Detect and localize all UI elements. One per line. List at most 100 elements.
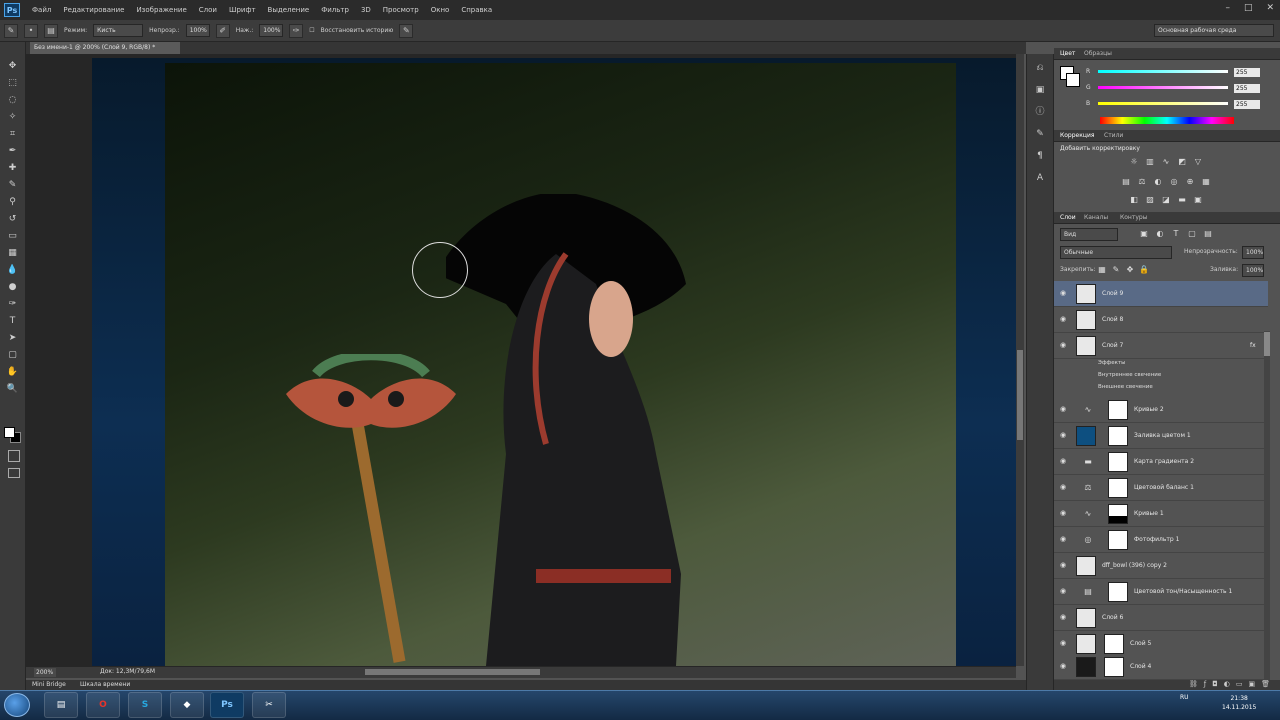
start-button[interactable]	[4, 693, 30, 717]
filter-smart-icon[interactable]: ▤	[1202, 228, 1214, 240]
layer-row[interactable]: ◉ ⚖ Цветовой баланс 1	[1054, 475, 1268, 501]
document-tab[interactable]: Без имени-1 @ 200% (Слой 9, RGB/8) *	[30, 42, 180, 54]
invert-icon[interactable]: ◧	[1128, 194, 1140, 206]
menu-file[interactable]: Файл	[32, 6, 51, 14]
visibility-eye-icon[interactable]: ◉	[1060, 535, 1066, 543]
quick-mask-icon[interactable]	[8, 450, 20, 462]
threshold-icon[interactable]: ◪	[1160, 194, 1172, 206]
foreground-color-swatch[interactable]	[4, 427, 15, 438]
curves-icon[interactable]: ∿	[1160, 156, 1172, 168]
filter-adjust-icon[interactable]: ◐	[1154, 228, 1166, 240]
fx-icon[interactable]: ƒ	[1204, 680, 1206, 690]
b-slider[interactable]	[1098, 102, 1228, 105]
opera-icon[interactable]: O	[86, 692, 120, 718]
visibility-eye-icon[interactable]: ◉	[1060, 639, 1066, 647]
canvas-vertical-scroll-thumb[interactable]	[1017, 350, 1023, 440]
move-tool-icon[interactable]: ✥	[3, 58, 23, 75]
skype-icon[interactable]: S	[128, 692, 162, 718]
visibility-eye-icon[interactable]: ◉	[1060, 483, 1066, 491]
exposure-icon[interactable]: ◩	[1176, 156, 1188, 168]
visibility-eye-icon[interactable]: ◉	[1060, 587, 1066, 595]
gradient-tool-icon[interactable]: ▦	[3, 245, 23, 262]
brush-size-icon[interactable]: •	[24, 23, 38, 38]
tab-paths[interactable]: Контуры	[1120, 214, 1147, 221]
group-icon[interactable]: ▭	[1236, 680, 1243, 690]
layer-row[interactable]: ◉ ▬ Карта градиента 2	[1054, 449, 1268, 475]
fx-badge[interactable]: fx	[1250, 342, 1256, 349]
b-value[interactable]: 255	[1234, 100, 1260, 109]
canvas-area[interactable]	[26, 54, 1016, 666]
color-spectrum-bar[interactable]	[1100, 117, 1234, 124]
close-icon[interactable]: ✕	[1266, 3, 1274, 13]
fill-input[interactable]: 100%	[1242, 264, 1264, 277]
visibility-eye-icon[interactable]: ◉	[1060, 431, 1066, 439]
photo-filter-icon[interactable]: ◎	[1168, 176, 1180, 188]
selective-color-icon[interactable]: ▣	[1192, 194, 1204, 206]
layer-row[interactable]: ◉ ∿ Кривые 2	[1054, 397, 1268, 423]
layer-row[interactable]: ◉ ∿ Кривые 1	[1054, 501, 1268, 527]
color-lookup-icon[interactable]: ▦	[1200, 176, 1212, 188]
layer-filter-select[interactable]: Вид	[1060, 228, 1118, 241]
r-slider[interactable]	[1098, 70, 1228, 73]
link-icon[interactable]: ⛓	[1189, 680, 1198, 690]
layers-scrollbar[interactable]	[1264, 331, 1270, 716]
canvas-horizontal-scroll-thumb[interactable]	[365, 669, 540, 675]
lock-pixels-icon[interactable]: ✎	[1110, 264, 1122, 276]
posterize-icon[interactable]: ▨	[1144, 194, 1156, 206]
menu-3d[interactable]: 3D	[361, 6, 371, 14]
explorer-icon[interactable]: ▤	[44, 692, 78, 718]
info-panel-icon[interactable]: ⓘ	[1031, 104, 1049, 120]
layer-opacity-input[interactable]: 100%	[1242, 246, 1264, 259]
vibrance-icon[interactable]: ▽	[1192, 156, 1204, 168]
eraser-tool-icon[interactable]: ▭	[3, 228, 23, 245]
menu-image[interactable]: Изображение	[136, 6, 186, 14]
history-panel-icon[interactable]: ⎌	[1031, 60, 1049, 76]
effect-outer-glow[interactable]: Внешнее свечение	[1054, 384, 1268, 395]
brush-panel-icon[interactable]: ▤	[44, 23, 58, 38]
brush-tool-icon[interactable]: ✎	[3, 177, 23, 194]
history-brush-tool-icon[interactable]: ↺	[3, 211, 23, 228]
blur-tool-icon[interactable]: 💧	[3, 262, 23, 279]
lock-all-icon[interactable]: 🔒	[1138, 264, 1150, 276]
layer-row[interactable]: ◉ Слой 7 fx	[1054, 333, 1268, 359]
tab-mini-bridge[interactable]: Mini Bridge	[32, 681, 66, 688]
levels-icon[interactable]: ▥	[1144, 156, 1156, 168]
flow-input[interactable]: 100%	[259, 24, 284, 37]
bw-icon[interactable]: ◐	[1152, 176, 1164, 188]
mask-icon[interactable]: ◘	[1212, 680, 1218, 690]
layer-row[interactable]: ◉ ▤ Цветовой тон/Насыщенность 1	[1054, 579, 1268, 605]
app-icon[interactable]: ◆	[170, 692, 204, 718]
visibility-eye-icon[interactable]: ◉	[1060, 289, 1066, 297]
healing-tool-icon[interactable]: ✚	[3, 160, 23, 177]
effect-inner-glow[interactable]: Внутреннее свечение	[1054, 372, 1268, 383]
zoom-level[interactable]: 200%	[34, 668, 56, 677]
visibility-eye-icon[interactable]: ◉	[1060, 405, 1066, 413]
layer-row[interactable]: ◉ Слой 9	[1054, 281, 1268, 307]
filter-type-icon[interactable]: T	[1170, 228, 1182, 240]
visibility-eye-icon[interactable]: ◉	[1060, 561, 1066, 569]
menu-window[interactable]: Окно	[431, 6, 450, 14]
layer-row[interactable]: ◉ dff_bowl (396) copy 2	[1054, 553, 1268, 579]
photoshop-taskbar-icon[interactable]: Ps	[210, 692, 244, 718]
menu-select[interactable]: Выделение	[268, 6, 310, 14]
color-bg-swatch[interactable]	[1066, 73, 1080, 87]
clone-stamp-tool-icon[interactable]: ⚲	[3, 194, 23, 211]
visibility-eye-icon[interactable]: ◉	[1060, 341, 1066, 349]
filter-shape-icon[interactable]: ▢	[1186, 228, 1198, 240]
visibility-eye-icon[interactable]: ◉	[1060, 613, 1066, 621]
filter-pixel-icon[interactable]: ▣	[1138, 228, 1150, 240]
maximize-icon[interactable]: □	[1244, 3, 1253, 13]
type-tool-icon[interactable]: T	[3, 313, 23, 330]
marquee-tool-icon[interactable]: ⬚	[3, 75, 23, 92]
character-panel-icon[interactable]: A	[1031, 170, 1049, 186]
pressure-size-icon[interactable]: ✎	[399, 23, 414, 38]
trash-icon[interactable]: 🗑	[1261, 680, 1270, 690]
menu-help[interactable]: Справка	[461, 6, 492, 14]
tab-swatches[interactable]: Образцы	[1084, 50, 1112, 57]
mode-select[interactable]: Кисть	[93, 24, 144, 37]
path-select-tool-icon[interactable]: ➤	[3, 330, 23, 347]
lock-position-icon[interactable]: ✥	[1124, 264, 1136, 276]
lock-transparency-icon[interactable]: ▦	[1096, 264, 1108, 276]
layer-row[interactable]: ◉ ◎ Фотофильтр 1	[1054, 527, 1268, 553]
history-checkbox[interactable]: ☐	[309, 27, 314, 34]
